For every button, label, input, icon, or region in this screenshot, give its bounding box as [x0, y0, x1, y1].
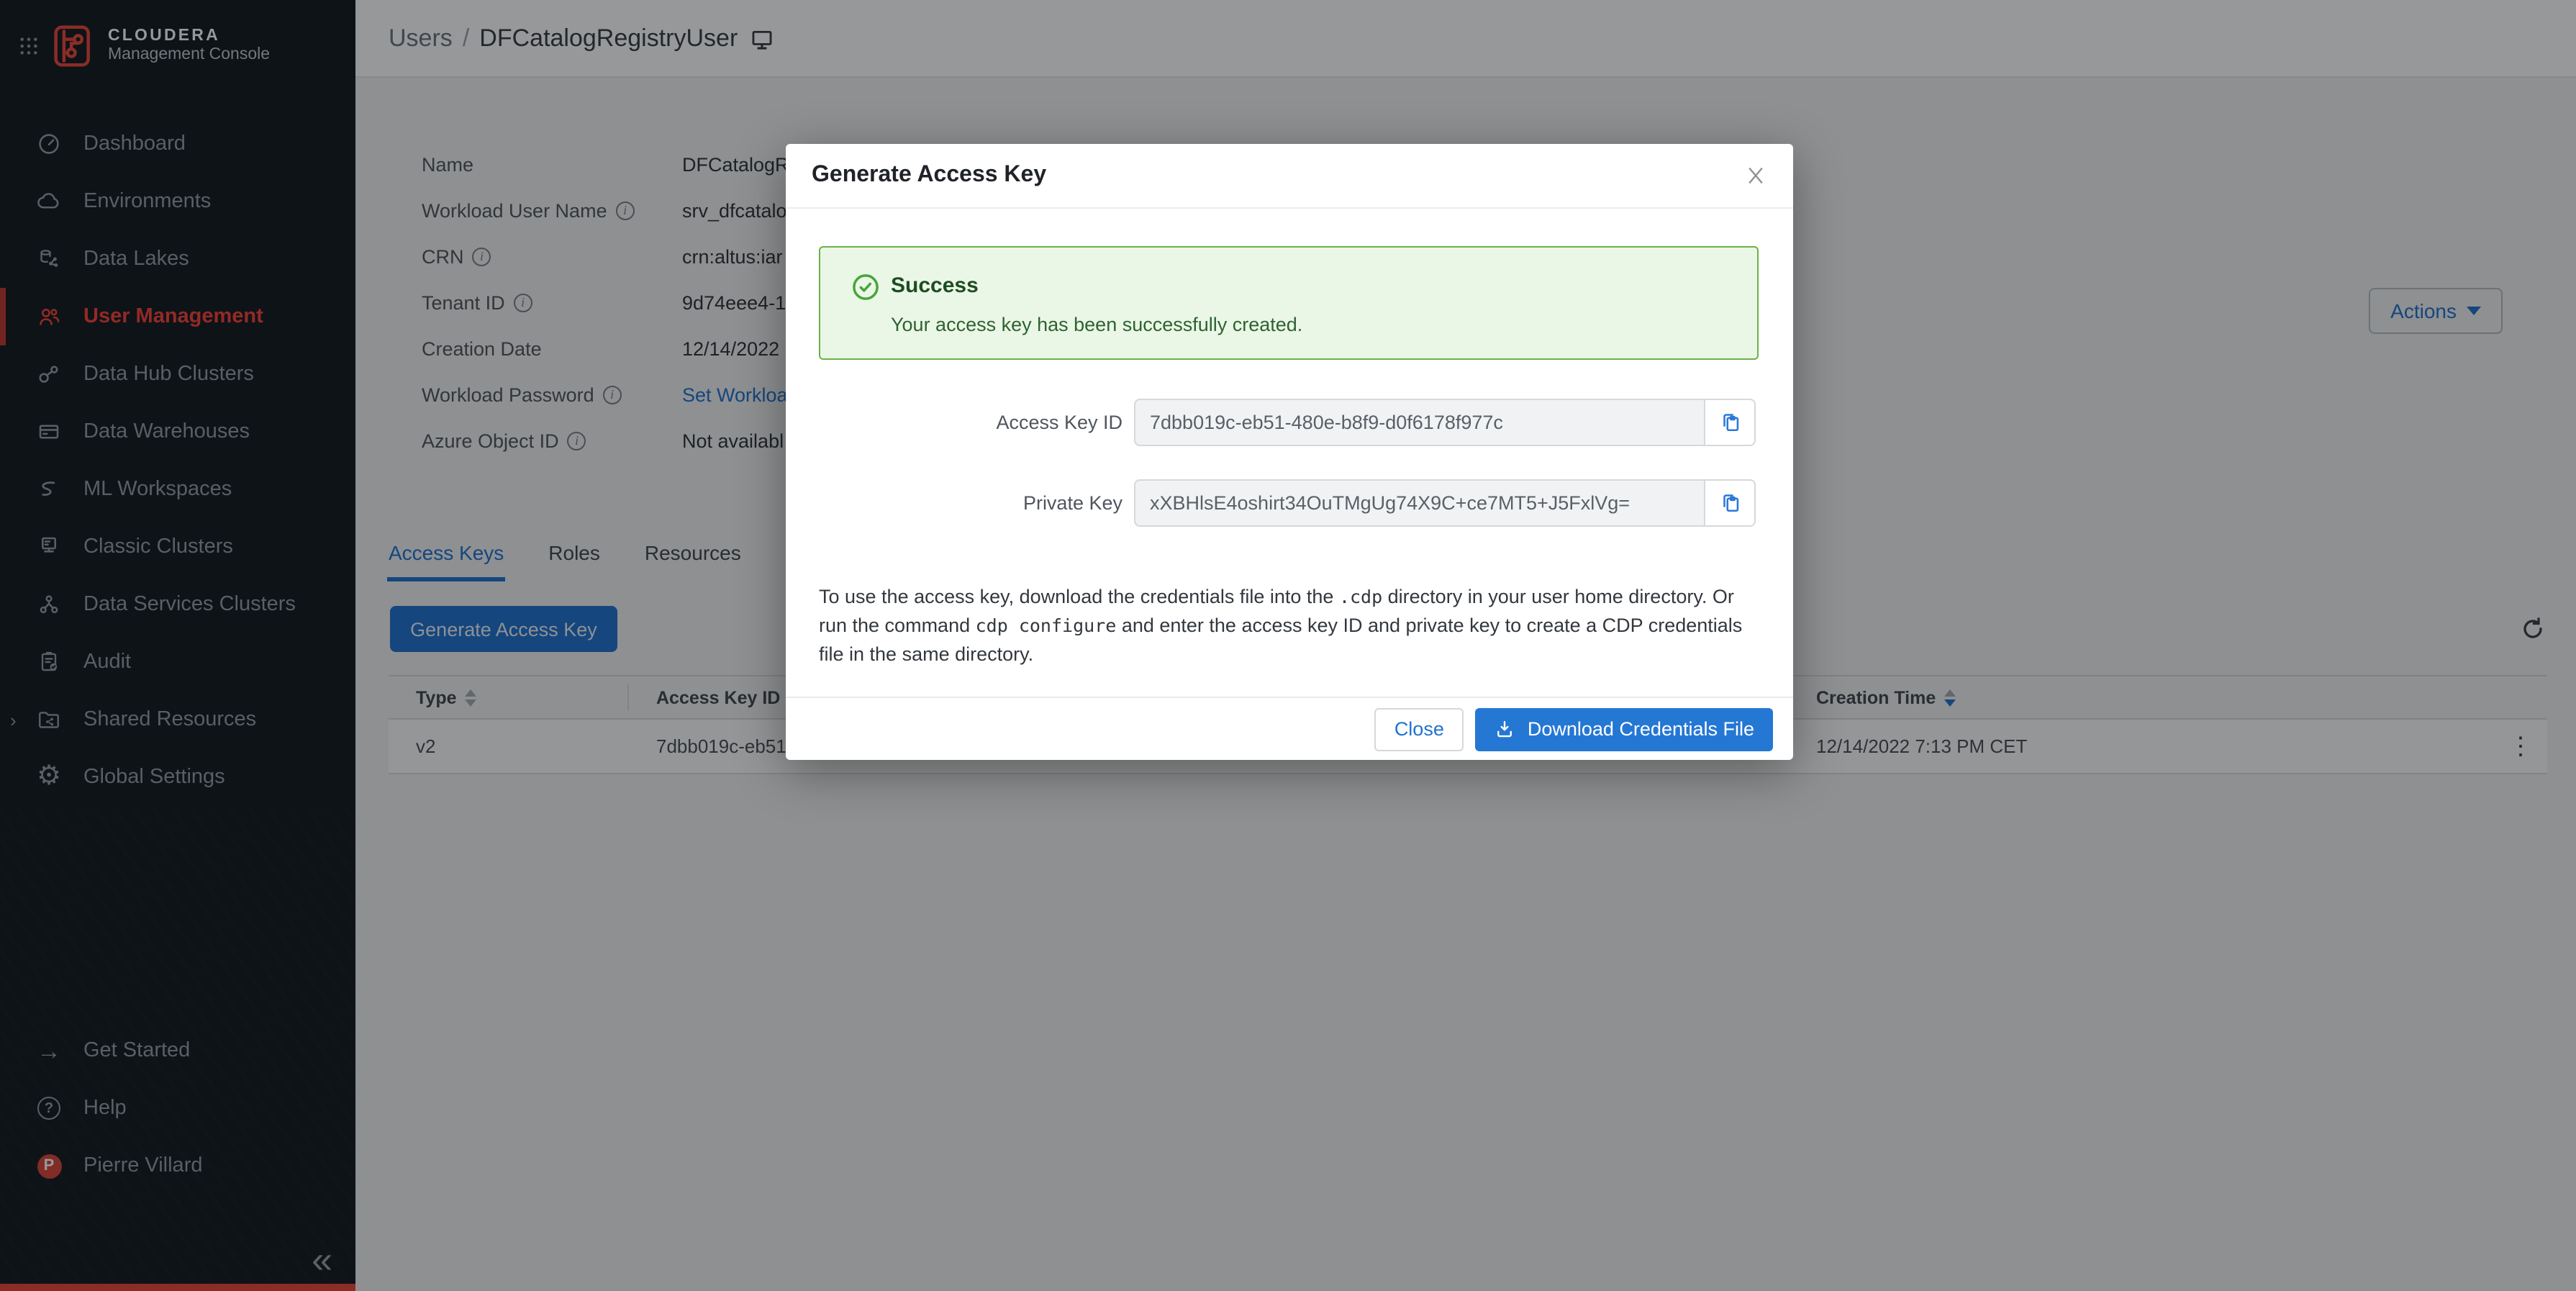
download-icon [1495, 718, 1516, 740]
alert-title: Success [891, 273, 979, 298]
close-button[interactable]: Close [1374, 707, 1464, 751]
modal-header: Generate Access Key [786, 144, 1793, 209]
close-icon[interactable] [1744, 164, 1767, 187]
generate-access-key-modal: Generate Access Key Success Your access … [786, 144, 1793, 760]
instructions-text: To use the access key, download the cred… [819, 582, 1763, 669]
app-window: CLOUDERA Management Console Dashboard En… [0, 0, 2576, 1291]
private-key-label: Private Key [786, 492, 1123, 514]
access-key-id-field[interactable]: 7dbb019c-eb51-480e-b8f9-d0f6178f977c [1134, 399, 1704, 446]
modal-footer: Close Download Credentials File [786, 697, 1793, 760]
copy-icon[interactable] [1704, 479, 1756, 527]
access-key-id-row: Access Key ID 7dbb019c-eb51-480e-b8f9-d0… [786, 399, 1793, 446]
download-credentials-button[interactable]: Download Credentials File [1476, 707, 1773, 751]
private-key-field[interactable]: xXBHlsE4oshirt34OuTMgUg74X9C+ce7MT5+J5Fx… [1134, 479, 1704, 527]
alert-message: Your access key has been successfully cr… [891, 314, 1302, 335]
access-key-id-label: Access Key ID [786, 412, 1123, 433]
code-cdp-configure: cdp configure [976, 614, 1117, 635]
copy-icon[interactable] [1704, 399, 1756, 446]
download-label: Download Credentials File [1528, 718, 1754, 740]
code-cdp-dir: .cdp [1339, 585, 1382, 607]
check-circle-icon [851, 272, 881, 302]
private-key-row: Private Key xXBHlsE4oshirt34OuTMgUg74X9C… [786, 479, 1793, 527]
success-alert: Success Your access key has been success… [819, 246, 1759, 360]
modal-title: Generate Access Key [812, 163, 1046, 189]
